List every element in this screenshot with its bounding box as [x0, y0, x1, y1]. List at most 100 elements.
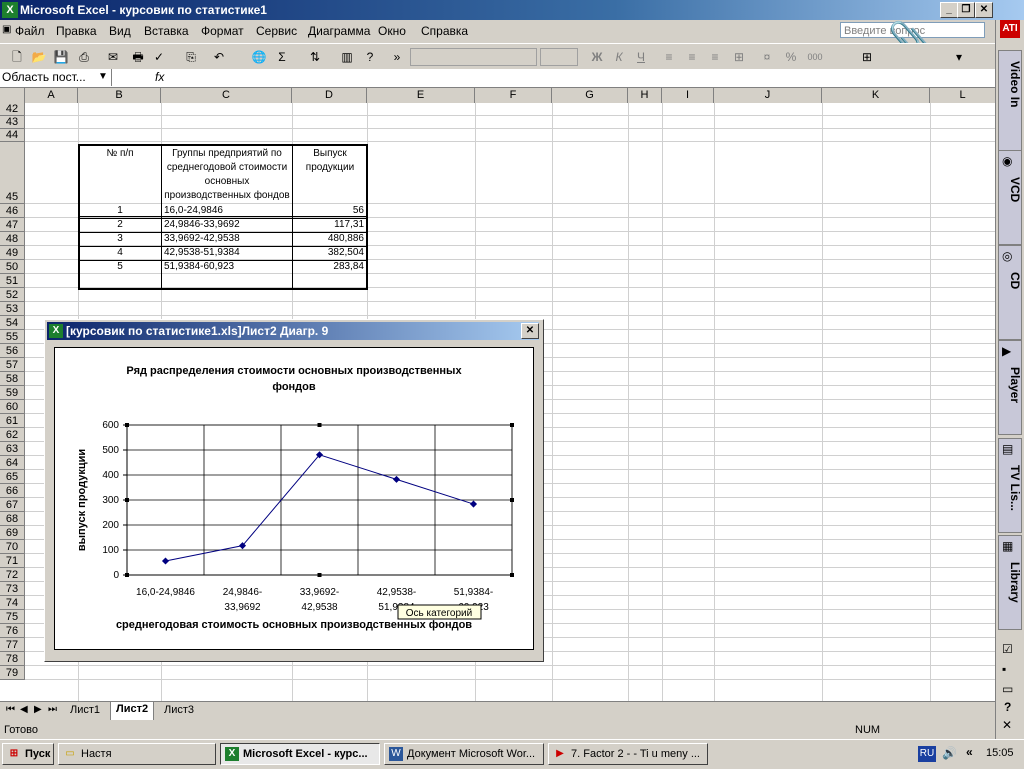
excel-doc-icon[interactable]: ▣	[2, 24, 11, 35]
sidebar-item-vcd[interactable]: ◉ VCD	[998, 150, 1022, 245]
table-cell-num[interactable]: 4	[80, 247, 160, 259]
row-header[interactable]: 62	[0, 428, 25, 442]
last-sheet-icon[interactable]: ⏭	[48, 704, 57, 715]
row-header[interactable]: 43	[0, 116, 25, 129]
volume-icon[interactable]: 🔊	[942, 746, 957, 760]
table-cell-output[interactable]: 117,31	[293, 219, 366, 231]
italic-icon[interactable]: К	[610, 48, 628, 66]
select-all-corner[interactable]	[0, 88, 25, 103]
table-cell-output[interactable]: 56	[293, 205, 366, 217]
row-header[interactable]: 73	[0, 582, 25, 596]
row-header[interactable]: 51	[0, 274, 25, 288]
menu-file[interactable]: Файл	[15, 24, 45, 38]
menu-format[interactable]: Формат	[201, 24, 244, 38]
restore-button[interactable]: ❐	[957, 2, 975, 18]
row-header[interactable]: 64	[0, 456, 25, 470]
table-cell-num[interactable]: 2	[80, 219, 160, 231]
column-header[interactable]: C	[161, 88, 292, 103]
column-header[interactable]: I	[662, 88, 714, 103]
borders-icon[interactable]: ⊞	[858, 48, 876, 66]
bold-icon[interactable]: Ж	[588, 48, 606, 66]
minimize-button[interactable]: _	[940, 2, 958, 18]
row-header[interactable]: 54	[0, 316, 25, 330]
menu-view[interactable]: Вид	[109, 24, 131, 38]
close-button[interactable]: ✕	[975, 2, 993, 18]
align-center-icon[interactable]: ≡	[683, 48, 701, 66]
language-indicator[interactable]: RU	[918, 746, 936, 762]
row-header[interactable]: 69	[0, 526, 25, 540]
hyperlink-icon[interactable]: 🌐	[250, 48, 268, 66]
undo-icon[interactable]: ↶	[210, 48, 228, 66]
save-icon[interactable]: 💾	[52, 48, 70, 66]
first-sheet-icon[interactable]: ⏮	[6, 704, 15, 715]
row-header[interactable]: 52	[0, 288, 25, 302]
column-header[interactable]: E	[367, 88, 475, 103]
ati-logo-icon[interactable]: ATI	[1000, 20, 1020, 38]
sheet-tab-3[interactable]: Лист3	[164, 704, 194, 716]
menu-window[interactable]: Окно	[378, 24, 406, 38]
start-button[interactable]: ⊞ Пуск	[2, 743, 54, 765]
table-header-num[interactable]: № п/п	[80, 148, 160, 160]
underline-icon[interactable]: Ч	[632, 48, 650, 66]
row-header[interactable]: 72	[0, 568, 25, 582]
row-header[interactable]: 79	[0, 666, 25, 680]
table-header-output[interactable]: Выпуск продукции	[293, 147, 367, 175]
permission-icon[interactable]: ⎙	[75, 48, 93, 66]
row-header[interactable]: 60	[0, 400, 25, 414]
excel-app-icon[interactable]: X	[2, 2, 18, 18]
row-header[interactable]: 44	[0, 129, 25, 142]
table-cell-group[interactable]: 33,9692-42,9538	[162, 233, 290, 245]
menu-tools[interactable]: Сервис	[256, 24, 297, 38]
table-cell-group[interactable]: 16,0-24,9846	[162, 205, 290, 217]
selection-handle[interactable]	[510, 573, 514, 577]
chart-wizard-icon[interactable]: ▥	[338, 48, 356, 66]
sidebar-item-cd[interactable]: ◎ CD	[998, 245, 1022, 340]
row-header[interactable]: 57	[0, 358, 25, 372]
row-header[interactable]: 50	[0, 260, 25, 274]
table-cell-group[interactable]: 42,9538-51,9384	[162, 247, 290, 259]
chart-area[interactable]: Ряд распределения стоимости основных про…	[54, 347, 534, 650]
sidebar-item-video-in[interactable]: Video In	[998, 50, 1022, 160]
table-cell-output[interactable]: 283,84	[293, 261, 366, 273]
row-header[interactable]: 46	[0, 204, 25, 218]
row-header[interactable]: 63	[0, 442, 25, 456]
chart-window-titlebar[interactable]: X [курсовик по статистике1.xls]Лист2 Диа…	[47, 322, 539, 340]
selection-handle[interactable]	[125, 573, 129, 577]
merge-center-icon[interactable]: ⊞	[730, 48, 748, 66]
row-header[interactable]: 74	[0, 596, 25, 610]
row-header[interactable]: 61	[0, 414, 25, 428]
column-header[interactable]: J	[714, 88, 822, 103]
copy-icon[interactable]: ⎘	[182, 48, 200, 66]
prev-sheet-icon[interactable]: ◀	[20, 704, 28, 715]
row-header[interactable]: 76	[0, 624, 25, 638]
table-cell-group[interactable]: 24,9846-33,9692	[162, 219, 290, 231]
sidebar-item-library[interactable]: ▦ Library	[998, 535, 1022, 630]
selection-handle[interactable]	[125, 498, 129, 502]
row-header[interactable]: 59	[0, 386, 25, 400]
percent-icon[interactable]: %	[782, 48, 800, 66]
stop-icon[interactable]: ▪	[1002, 662, 1006, 676]
row-header[interactable]: 49	[0, 246, 25, 260]
checkbox-icon[interactable]: ☑	[1002, 642, 1013, 656]
table-cell-num[interactable]: 3	[80, 233, 160, 245]
table-cell-num[interactable]: 1	[80, 205, 160, 217]
selection-handle[interactable]	[317, 573, 322, 577]
spelling-icon[interactable]: ✓	[150, 48, 168, 66]
table-cell-output[interactable]: 382,504	[293, 247, 366, 259]
row-header[interactable]: 67	[0, 498, 25, 512]
thousands-icon[interactable]: 000	[806, 48, 824, 66]
row-header[interactable]: 45	[0, 142, 25, 204]
column-header[interactable]: K	[822, 88, 930, 103]
row-header[interactable]: 42	[0, 103, 25, 116]
row-header[interactable]: 56	[0, 344, 25, 358]
next-sheet-icon[interactable]: ▶	[34, 704, 42, 715]
table-cell-group[interactable]: 51,9384-60,923	[162, 261, 290, 273]
taskbar-item-folder[interactable]: ▭ Настя	[58, 743, 216, 765]
row-header[interactable]: 48	[0, 232, 25, 246]
help-icon[interactable]: ?	[1004, 700, 1011, 714]
toolbar-options-icon[interactable]: ▾	[950, 48, 968, 66]
window-icon[interactable]: ▭	[1002, 682, 1013, 696]
formula-input[interactable]	[170, 69, 995, 86]
line-chart[interactable]: Ряд распределения стоимости основных про…	[55, 348, 533, 649]
autosum-icon[interactable]: Σ	[273, 48, 291, 66]
